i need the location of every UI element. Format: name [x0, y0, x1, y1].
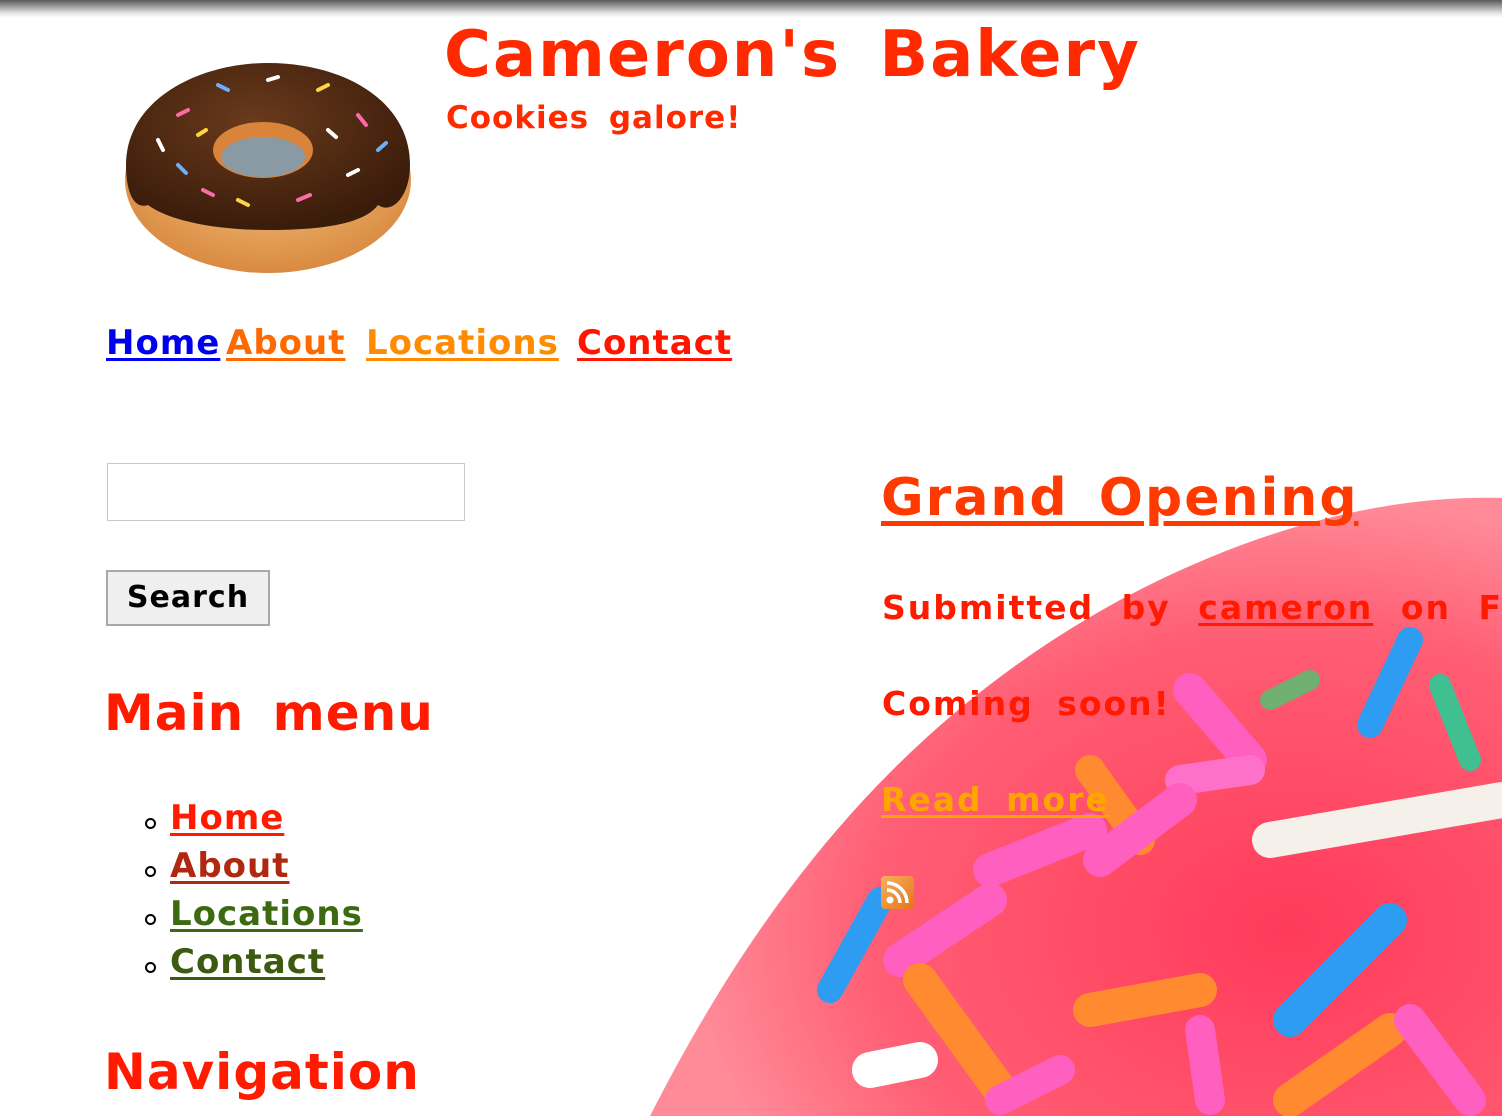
main-menu-link-locations[interactable]: Locations [170, 894, 363, 934]
main-menu-title: Main menu [104, 684, 434, 742]
bullet-icon [145, 866, 156, 877]
node-title-link[interactable]: Grand Opening [881, 468, 1359, 528]
main-menu-link-about[interactable]: About [170, 846, 289, 886]
read-more-link[interactable]: Read more [881, 780, 1110, 819]
submitted-prefix: Submitted by [882, 588, 1171, 627]
navigation-title: Navigation [104, 1043, 420, 1101]
author-link[interactable]: cameron [1198, 588, 1373, 627]
donut-icon[interactable] [118, 55, 418, 285]
node-body: Coming soon! [882, 684, 1171, 723]
search-button[interactable]: Search [106, 570, 270, 626]
primary-nav-about[interactable]: About [226, 323, 345, 363]
bullet-icon [145, 914, 156, 925]
search-input[interactable] [107, 463, 465, 521]
primary-nav-home[interactable]: Home [106, 323, 220, 363]
top-shadow [0, 0, 1502, 18]
primary-nav-contact[interactable]: Contact [577, 323, 732, 363]
submitted-suffix: on Fri, [1400, 588, 1502, 627]
bullet-icon [145, 818, 156, 829]
bullet-icon [145, 962, 156, 973]
site-name[interactable]: Cameron's Bakery [444, 18, 1141, 92]
main-menu-link-contact[interactable]: Contact [170, 942, 325, 982]
main-menu-link-home[interactable]: Home [170, 798, 284, 838]
primary-nav-locations[interactable]: Locations [366, 323, 559, 363]
page: Cameron's Bakery Cookies galore! Home Ab… [0, 0, 1502, 1116]
rss-icon[interactable] [881, 876, 914, 909]
submitted-line: Submitted by cameron on Fri, [882, 588, 1502, 627]
site-slogan: Cookies galore! [446, 100, 742, 136]
